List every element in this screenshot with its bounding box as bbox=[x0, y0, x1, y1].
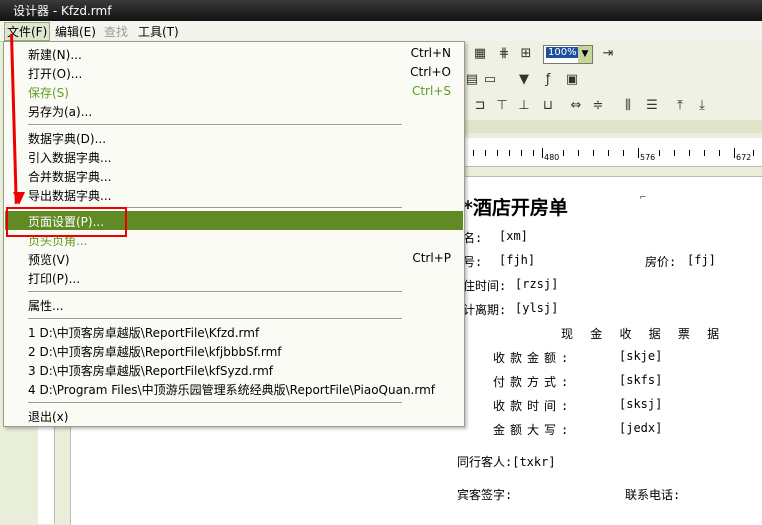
align-top-icon[interactable]: ⊤ bbox=[493, 97, 511, 115]
menu-separator bbox=[28, 402, 402, 404]
label-room-no[interactable]: 号: bbox=[463, 253, 482, 270]
field-companion[interactable]: 同行客人:[txkr] bbox=[457, 453, 556, 470]
menu-edit[interactable]: 编辑(E) bbox=[55, 23, 96, 40]
field-time[interactable]: [sksj] bbox=[619, 397, 662, 411]
align-right-icon[interactable]: ⊐ bbox=[471, 97, 489, 115]
menu-separator bbox=[28, 124, 402, 126]
menu-item-new[interactable]: 新建(N)... Ctrl+N bbox=[5, 44, 463, 63]
chevron-down-icon[interactable]: ▼ bbox=[578, 46, 592, 63]
function-icon[interactable]: ƒ bbox=[539, 71, 557, 89]
menu-item-save[interactable]: 保存(S) Ctrl+S bbox=[5, 82, 463, 101]
menu-item-preview[interactable]: 预览(V) Ctrl+P bbox=[5, 249, 463, 268]
zoom-value: 100% bbox=[546, 47, 579, 58]
align-center-icon[interactable]: ⊥ bbox=[515, 97, 533, 115]
label-name[interactable]: 名: bbox=[463, 229, 482, 246]
menu-item-recent-1[interactable]: 1 D:\中顶客房卓越版\ReportFile\Kfzd.rmf bbox=[5, 322, 463, 341]
label-phone[interactable]: 联系电话: bbox=[625, 486, 680, 503]
annotation-highlight-box bbox=[6, 207, 127, 237]
title-bar: 设计器 - Kfzd.rmf bbox=[0, 0, 762, 21]
menu-item-recent-2[interactable]: 2 D:\中顶客房卓越版\ReportFile\kfjbbbSf.rmf bbox=[5, 341, 463, 360]
align-middle-icon[interactable]: ≑ bbox=[589, 97, 607, 115]
menu-separator bbox=[28, 318, 402, 320]
field-room-no[interactable]: [fjh] bbox=[499, 253, 535, 267]
report-title[interactable]: *酒店开房单 bbox=[463, 193, 568, 220]
calculator-icon[interactable]: ▣ bbox=[563, 71, 581, 89]
menu-item-export-dictionary[interactable]: 导出数据字典... bbox=[5, 185, 463, 204]
field-name[interactable]: [xm] bbox=[499, 229, 528, 243]
menu-item-properties[interactable]: 属性... bbox=[5, 295, 463, 314]
field-upper[interactable]: [jedx] bbox=[619, 421, 662, 435]
toolbar-top: ▦ ⋕ ⊞ ⇥ bbox=[463, 41, 762, 69]
band-icon[interactable]: ▤ bbox=[463, 71, 481, 89]
ruler-label-480: 480 bbox=[544, 153, 560, 162]
band2-icon[interactable]: ▭ bbox=[481, 71, 499, 89]
menu-tools[interactable]: 工具(T) bbox=[138, 23, 179, 40]
menu-item-open[interactable]: 打开(O)... Ctrl+O bbox=[5, 63, 463, 82]
vertical-ruler bbox=[38, 418, 55, 524]
comment-icon[interactable]: ▼ bbox=[515, 71, 533, 89]
zoom-select[interactable]: 100% ▼ bbox=[543, 45, 593, 64]
label-checkout[interactable]: 计离期: bbox=[463, 301, 506, 318]
menu-bar: 文件(F) 编辑(E) 查找 工具(T) bbox=[0, 21, 762, 42]
field-price[interactable]: [fj] bbox=[687, 253, 716, 267]
column-grid-icon[interactable]: ⋕ bbox=[495, 45, 513, 63]
field-checkin[interactable]: [rzsj] bbox=[515, 277, 558, 291]
field-checkout[interactable]: [ylsj] bbox=[515, 301, 558, 315]
menu-item-merge-dictionary[interactable]: 合并数据字典... bbox=[5, 166, 463, 185]
receipt-title[interactable]: 现 金 收 据 票 据 bbox=[561, 325, 724, 342]
field-amount[interactable]: [skje] bbox=[619, 349, 662, 363]
menu-item-recent-3[interactable]: 3 D:\中顶客房卓越版\ReportFile\kfSyzd.rmf bbox=[5, 360, 463, 379]
toolbar-align: ⊐ ⊤ ⊥ ⊔ ⇔ ≑ ⫼ ☰ ⤒ ⤓ bbox=[463, 93, 762, 120]
align-bottom-icon[interactable]: ⊔ bbox=[539, 97, 557, 115]
menu-item-save-as[interactable]: 另存为(a)... bbox=[5, 101, 463, 120]
tab-strip bbox=[463, 120, 762, 133]
bring-front-icon[interactable]: ⤒ bbox=[671, 97, 689, 115]
space-horizontal-icon[interactable]: ⇔ bbox=[567, 97, 585, 115]
menu-item-data-dictionary[interactable]: 数据字典(D)... bbox=[5, 128, 463, 147]
same-height-icon[interactable]: ☰ bbox=[643, 97, 661, 115]
label-time[interactable]: 收款时间: bbox=[493, 397, 573, 414]
menu-item-print[interactable]: 打印(P)... bbox=[5, 268, 463, 287]
label-upper[interactable]: 金额大写: bbox=[493, 421, 573, 438]
menu-item-exit[interactable]: 退出(x) bbox=[5, 406, 463, 425]
label-method[interactable]: 付款方式: bbox=[493, 373, 573, 390]
menu-item-import-dictionary[interactable]: 引入数据字典... bbox=[5, 147, 463, 166]
table-icon[interactable]: ⊞ bbox=[517, 45, 535, 63]
window-title: 设计器 - Kfzd.rmf bbox=[13, 4, 112, 18]
label-price[interactable]: 房价: bbox=[645, 253, 676, 270]
horizontal-ruler: 480 576 672 bbox=[463, 138, 762, 167]
grid-icon[interactable]: ▦ bbox=[471, 45, 489, 63]
same-width-icon[interactable]: ⫼ bbox=[619, 97, 637, 115]
ruler-label-672: 672 bbox=[736, 153, 752, 162]
label-signature[interactable]: 宾客签字: bbox=[457, 486, 512, 503]
ruler-label-576: 576 bbox=[640, 153, 656, 162]
field-method[interactable]: [skfs] bbox=[619, 373, 662, 387]
label-checkin[interactable]: 住时间: bbox=[463, 277, 506, 294]
annotation-arrowhead bbox=[13, 192, 25, 205]
toolbar-second: ▤ ▭ ▼ ƒ ▣ bbox=[463, 68, 762, 94]
send-back-icon[interactable]: ⤓ bbox=[693, 97, 711, 115]
menu-item-recent-4[interactable]: 4 D:\Program Files\中顶游乐园管理系统经典版\ReportFi… bbox=[5, 379, 463, 398]
exit-door-icon[interactable]: ⇥ bbox=[599, 45, 617, 63]
label-amount[interactable]: 收款金额: bbox=[493, 349, 573, 366]
menu-separator bbox=[28, 291, 402, 293]
menu-find[interactable]: 查找 bbox=[104, 23, 128, 40]
